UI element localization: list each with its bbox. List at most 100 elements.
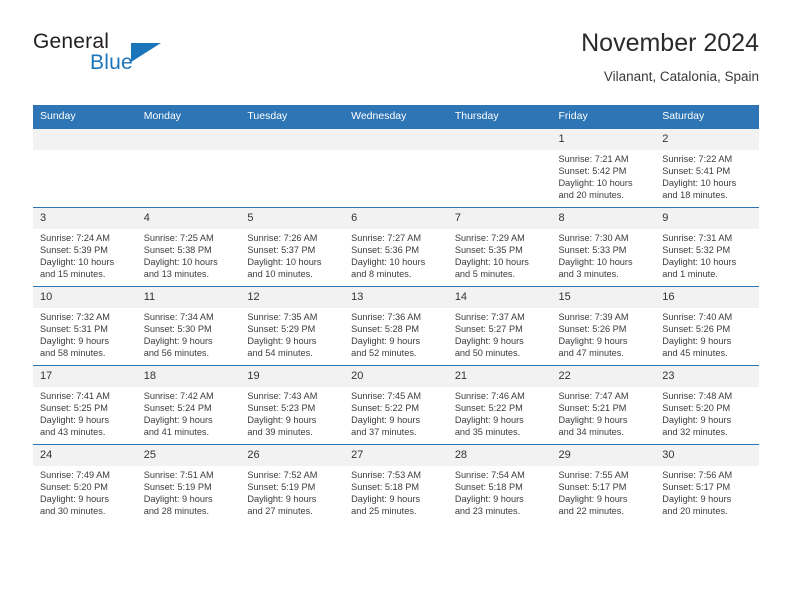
calendar-day-cell[interactable]: 26 Sunrise: 7:52 AM Sunset: 5:19 PM Dayligh… [240,444,345,523]
daylight-duration-line2: and 20 minutes. [558,189,624,200]
brand-logo[interactable]: General Blue [33,30,253,88]
day-details: Sunrise: 7:31 AM Sunset: 5:32 PM Daylight:… [655,229,759,281]
calendar-week-row: 3 Sunrise: 7:24 AM Sunset: 5:39 PM Daylight… [33,207,759,287]
daylight-duration-line1: Daylight: 9 hours [40,414,109,425]
calendar-cell-empty [136,128,241,208]
sunset-time: Sunset: 5:19 PM [247,481,316,492]
day-number: 22 [551,366,656,387]
sunrise-time: Sunrise: 7:56 AM [662,470,733,480]
daylight-duration-line1: Daylight: 10 hours [247,256,322,267]
calendar-day-cell[interactable]: 7 Sunrise: 7:29 AM Sunset: 5:35 PM Daylight… [447,207,552,287]
daylight-duration-line1: Daylight: 9 hours [351,414,421,425]
sunset-time: Sunset: 5:36 PM [351,244,420,255]
day-number: 13 [344,287,448,308]
calendar-day-cell[interactable]: 27 Sunrise: 7:53 AM Sunset: 5:18 PM Dayligh… [344,444,448,523]
day-details: Sunrise: 7:42 AM Sunset: 5:24 PM Daylight:… [137,387,241,439]
calendar-day-cell[interactable]: 8 Sunrise: 7:30 AM Sunset: 5:33 PM Daylight… [551,207,656,287]
sunrise-time: Sunrise: 7:51 AM [143,470,214,480]
daylight-duration-line1: Daylight: 10 hours [351,256,426,267]
daylight-duration-line1: Daylight: 9 hours [662,493,732,504]
calendar-day-cell[interactable]: 12 Sunrise: 7:35 AM Sunset: 5:29 PM Dayligh… [240,286,345,366]
day-number: 18 [136,366,241,387]
calendar-day-cell[interactable]: 9 Sunrise: 7:31 AM Sunset: 5:32 PM Daylight… [655,207,759,287]
daylight-duration-line1: Daylight: 9 hours [143,414,213,425]
page-title: November 2024 [581,29,759,57]
sunrise-time: Sunrise: 7:32 AM [40,312,110,322]
weekday-header-thursday: Thursday [447,105,552,129]
daylight-duration-line2: and 20 minutes. [662,505,728,516]
sunset-time: Sunset: 5:22 PM [454,402,523,413]
calendar-day-cell[interactable]: 15 Sunrise: 7:39 AM Sunset: 5:26 PM Dayligh… [551,286,656,366]
calendar-day-cell[interactable]: 3 Sunrise: 7:24 AM Sunset: 5:39 PM Daylight… [33,207,137,287]
daylight-duration-line2: and 56 minutes. [143,347,210,358]
day-number: 20 [344,366,448,387]
calendar-day-cell[interactable]: 4 Sunrise: 7:25 AM Sunset: 5:38 PM Daylight… [136,207,241,287]
calendar-day-cell[interactable]: 5 Sunrise: 7:26 AM Sunset: 5:37 PM Daylight… [240,207,345,287]
day-number: 29 [551,445,656,466]
calendar-day-cell[interactable]: 6 Sunrise: 7:27 AM Sunset: 5:36 PM Daylight… [344,207,448,287]
calendar-day-cell[interactable]: 24 Sunrise: 7:49 AM Sunset: 5:20 PM Dayligh… [33,444,137,523]
calendar-week-row: 17 Sunrise: 7:41 AM Sunset: 5:25 PM Dayligh… [33,365,759,445]
calendar-day-cell[interactable]: 22 Sunrise: 7:47 AM Sunset: 5:21 PM Dayligh… [551,365,656,445]
calendar-header-row: Sunday Monday Tuesday Wednesday Thursday… [33,105,759,129]
sunrise-time: Sunrise: 7:36 AM [351,312,422,322]
calendar-day-cell[interactable]: 23 Sunrise: 7:48 AM Sunset: 5:20 PM Dayligh… [655,365,759,445]
day-details: Sunrise: 7:24 AM Sunset: 5:39 PM Daylight:… [33,229,137,281]
day-number: 4 [136,208,241,229]
sunrise-time: Sunrise: 7:21 AM [558,154,629,164]
day-details: Sunrise: 7:39 AM Sunset: 5:26 PM Daylight:… [552,308,656,360]
day-details: Sunrise: 7:41 AM Sunset: 5:25 PM Daylight:… [33,387,137,439]
daylight-duration-line2: and 34 minutes. [558,426,624,437]
sunrise-time: Sunrise: 7:55 AM [558,470,629,480]
sunset-time: Sunset: 5:29 PM [247,323,316,334]
calendar-day-cell[interactable]: 1 Sunrise: 7:21 AM Sunset: 5:42 PM Daylight… [551,128,656,208]
calendar-day-cell[interactable]: 14 Sunrise: 7:37 AM Sunset: 5:27 PM Dayligh… [447,286,552,366]
daylight-duration-line1: Daylight: 10 hours [558,256,633,267]
day-details: Sunrise: 7:47 AM Sunset: 5:21 PM Daylight:… [552,387,656,439]
sunset-time: Sunset: 5:25 PM [40,402,108,413]
calendar-week-row: 1 Sunrise: 7:21 AM Sunset: 5:42 PM Daylight… [33,128,759,208]
daylight-duration-line2: and 54 minutes. [247,347,313,358]
calendar-day-cell[interactable]: 28 Sunrise: 7:54 AM Sunset: 5:18 PM Dayligh… [447,444,552,523]
day-details: Sunrise: 7:55 AM Sunset: 5:17 PM Daylight:… [552,466,656,518]
day-details: Sunrise: 7:56 AM Sunset: 5:17 PM Daylight:… [655,466,759,518]
sunrise-time: Sunrise: 7:22 AM [662,154,733,164]
daylight-duration-line1: Daylight: 9 hours [247,414,317,425]
calendar-day-cell[interactable]: 16 Sunrise: 7:40 AM Sunset: 5:26 PM Dayligh… [655,286,759,366]
day-number: 14 [447,287,552,308]
daylight-duration-line1: Daylight: 10 hours [143,256,218,267]
calendar-day-cell[interactable]: 13 Sunrise: 7:36 AM Sunset: 5:28 PM Dayligh… [344,286,448,366]
day-number: 23 [655,366,759,387]
calendar-day-cell[interactable]: 10 Sunrise: 7:32 AM Sunset: 5:31 PM Dayligh… [33,286,137,366]
sunrise-time: Sunrise: 7:27 AM [351,233,422,243]
calendar-day-cell[interactable]: 25 Sunrise: 7:51 AM Sunset: 5:19 PM Dayligh… [136,444,241,523]
calendar-cell-empty [240,128,345,208]
sunset-time: Sunset: 5:26 PM [558,323,627,334]
daylight-duration-line1: Daylight: 9 hours [662,414,732,425]
calendar-day-cell[interactable]: 29 Sunrise: 7:55 AM Sunset: 5:17 PM Dayligh… [551,444,656,523]
calendar-day-cell[interactable]: 20 Sunrise: 7:45 AM Sunset: 5:22 PM Dayligh… [344,365,448,445]
daylight-duration-line2: and 27 minutes. [247,505,313,516]
day-number: 19 [240,366,345,387]
calendar-day-cell[interactable]: 19 Sunrise: 7:43 AM Sunset: 5:23 PM Dayligh… [240,365,345,445]
calendar-day-cell[interactable]: 17 Sunrise: 7:41 AM Sunset: 5:25 PM Dayligh… [33,365,137,445]
daylight-duration-line1: Daylight: 10 hours [662,177,737,188]
sunset-time: Sunset: 5:18 PM [454,481,523,492]
calendar-day-cell[interactable]: 2 Sunrise: 7:22 AM Sunset: 5:41 PM Daylight… [655,128,759,208]
sunset-time: Sunset: 5:19 PM [143,481,212,492]
day-details: Sunrise: 7:21 AM Sunset: 5:42 PM Daylight:… [552,150,656,202]
day-number: 3 [33,208,137,229]
sunrise-time: Sunrise: 7:52 AM [247,470,318,480]
calendar-day-cell[interactable]: 18 Sunrise: 7:42 AM Sunset: 5:24 PM Dayligh… [136,365,241,445]
calendar-day-cell[interactable]: 21 Sunrise: 7:46 AM Sunset: 5:22 PM Dayligh… [447,365,552,445]
day-number: 16 [655,287,759,308]
daylight-duration-line1: Daylight: 9 hours [351,335,421,346]
day-details: Sunrise: 7:26 AM Sunset: 5:37 PM Daylight:… [240,229,344,281]
sunrise-time: Sunrise: 7:34 AM [143,312,214,322]
page-subtitle: Vilanant, Catalonia, Spain [603,69,759,84]
sunrise-time: Sunrise: 7:53 AM [351,470,422,480]
calendar-day-cell[interactable]: 11 Sunrise: 7:34 AM Sunset: 5:30 PM Dayligh… [136,286,241,366]
calendar-day-cell[interactable]: 30 Sunrise: 7:56 AM Sunset: 5:17 PM Dayligh… [655,444,759,523]
sunset-time: Sunset: 5:22 PM [351,402,420,413]
daylight-duration-line1: Daylight: 10 hours [454,256,529,267]
